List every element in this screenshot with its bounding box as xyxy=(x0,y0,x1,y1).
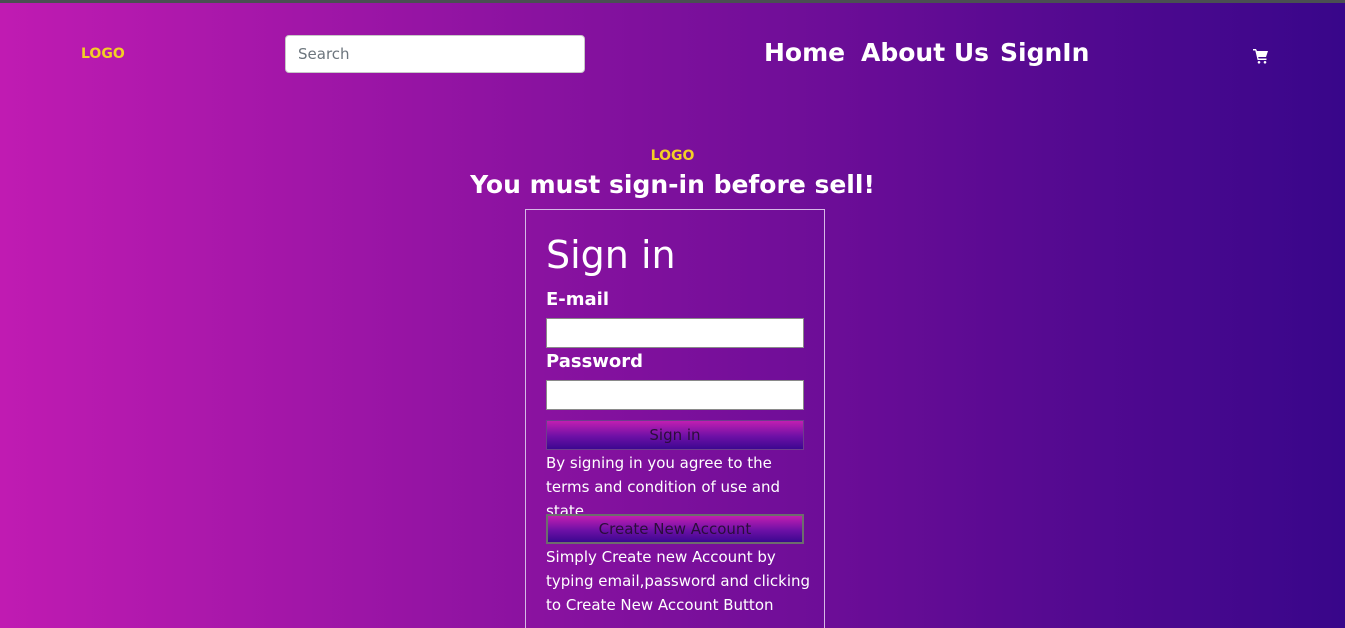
create-account-note: Simply Create new Account by typing emai… xyxy=(546,548,811,614)
page-headline: You must sign-in before sell! xyxy=(470,170,875,199)
password-field[interactable] xyxy=(546,380,804,410)
nav-link-about-us[interactable]: About Us xyxy=(861,38,989,67)
email-label: E-mail xyxy=(546,289,610,310)
window-top-strip xyxy=(0,0,1345,3)
shopping-cart-icon[interactable] xyxy=(1253,48,1269,64)
terms-note: By signing in you agree to the terms and… xyxy=(546,454,781,520)
email-field[interactable] xyxy=(546,318,804,348)
signin-title: Sign in xyxy=(546,233,676,277)
nav-link-home[interactable]: Home xyxy=(764,38,845,67)
signin-button[interactable]: Sign in xyxy=(546,420,804,450)
page-logo: LOGO xyxy=(650,148,695,164)
search-input[interactable] xyxy=(285,35,585,73)
signin-card: Sign in E-mail Password Sign in By signi… xyxy=(525,209,825,628)
header-logo[interactable]: LOGO xyxy=(81,46,125,62)
nav-link-signin[interactable]: SignIn xyxy=(1000,38,1089,67)
password-label: Password xyxy=(546,351,644,372)
create-account-button[interactable]: Create New Account xyxy=(546,514,804,544)
